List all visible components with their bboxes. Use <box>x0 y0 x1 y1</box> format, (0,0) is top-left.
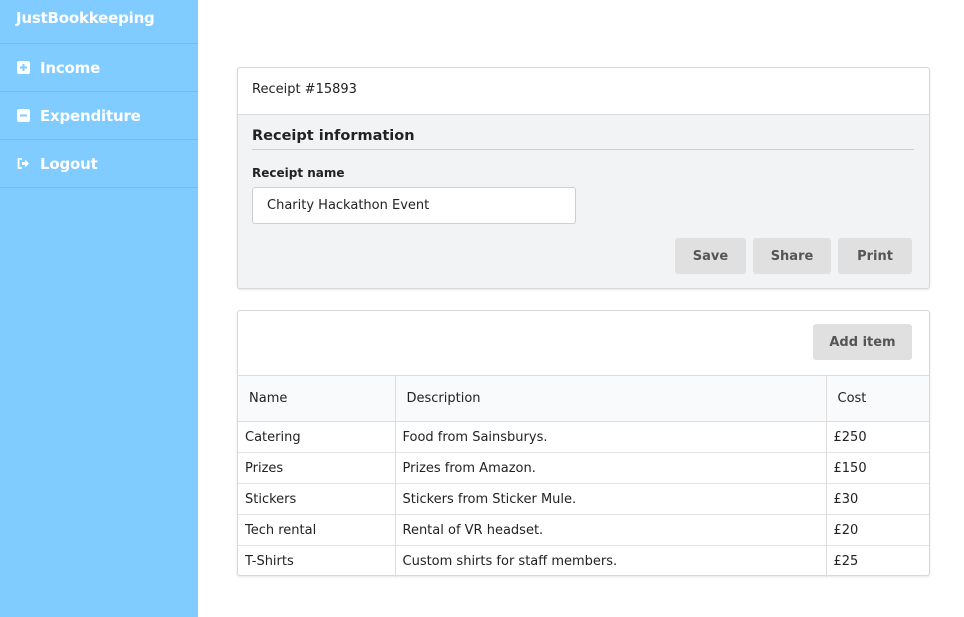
save-button[interactable]: Save <box>675 238 746 274</box>
table-row[interactable]: Tech rental Rental of VR headset. £20 <box>238 514 929 546</box>
sidebar-item-income[interactable]: Income <box>0 44 198 92</box>
column-header-cost: Cost <box>825 375 929 422</box>
minus-square-icon <box>17 109 30 122</box>
receipt-name-label: Receipt name <box>252 166 345 180</box>
sidebar-item-label: Income <box>40 58 101 77</box>
print-button[interactable]: Print <box>838 238 912 274</box>
cell-description: Food from Sainsburys. <box>394 421 826 453</box>
table-row[interactable]: Catering Food from Sainsburys. £250 <box>238 421 929 453</box>
cell-name: Stickers <box>238 483 395 515</box>
sidebar-item-expenditure[interactable]: Expenditure <box>0 92 198 140</box>
share-button[interactable]: Share <box>753 238 831 274</box>
section-title: Receipt information <box>252 128 914 150</box>
column-header-name: Name <box>238 375 395 422</box>
items-card: Add item Name Description Cost Catering … <box>237 310 930 577</box>
sidebar-item-logout[interactable]: Logout <box>0 140 198 188</box>
cell-name: T-Shirts <box>245 553 294 569</box>
sidebar-item-label: Logout <box>40 154 98 173</box>
cell-description: Rental of VR headset. <box>394 514 826 546</box>
table-row[interactable]: T-Shirts Custom shirts for staff members… <box>238 545 929 577</box>
items-table: Name Description Cost Catering Food from… <box>238 375 929 577</box>
add-item-button[interactable]: Add item <box>813 324 912 360</box>
cell-description: Custom shirts for staff members. <box>394 545 826 577</box>
plus-square-icon <box>17 61 30 74</box>
brand-title[interactable]: JustBookkeeping <box>0 0 198 44</box>
cell-description: Prizes from Amazon. <box>394 452 826 484</box>
table-header-row: Name Description Cost <box>238 375 929 422</box>
receipt-card: Receipt #15893 Receipt information Recei… <box>237 67 930 289</box>
cell-cost: £30 <box>825 483 929 515</box>
cell-cost: £150 <box>825 452 929 484</box>
sign-out-icon <box>17 157 30 170</box>
receipt-name-input[interactable] <box>252 187 576 224</box>
sidebar: JustBookkeeping Income Expenditure Logou… <box>0 0 198 617</box>
table-row[interactable]: Stickers Stickers from Sticker Mule. £30 <box>238 483 929 515</box>
cell-description: Stickers from Sticker Mule. <box>394 483 826 515</box>
sidebar-item-label: Expenditure <box>40 106 141 125</box>
table-row[interactable]: Prizes Prizes from Amazon. £150 <box>238 452 929 484</box>
cell-name: Tech rental <box>238 514 395 546</box>
receipt-header: Receipt #15893 <box>238 68 929 115</box>
cell-cost: £25 <box>825 545 929 577</box>
cell-cost: £20 <box>825 514 929 546</box>
cell-name: Catering <box>238 421 395 453</box>
column-header-description: Description <box>394 375 826 422</box>
cell-cost: £250 <box>825 421 929 453</box>
cell-name: Prizes <box>238 452 395 484</box>
